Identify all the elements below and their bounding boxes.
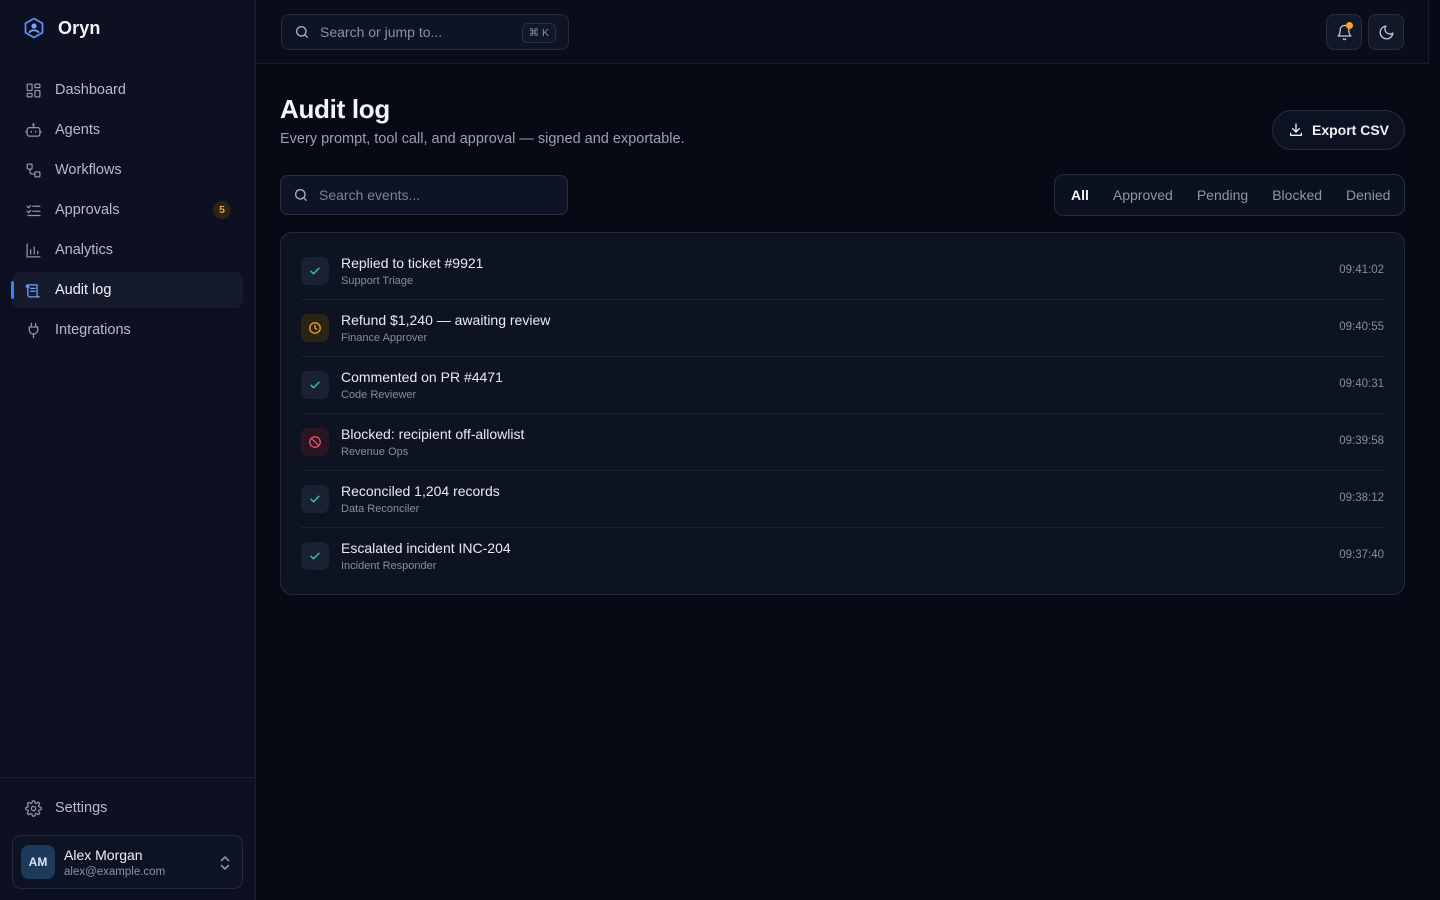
sidebar-item-label: Audit log	[55, 282, 112, 298]
chart-icon	[24, 241, 42, 259]
gear-icon	[24, 799, 42, 817]
search-icon	[293, 187, 309, 203]
audit-events-list: Replied to ticket #9921 Support Triage 0…	[280, 232, 1405, 595]
download-icon	[1288, 122, 1304, 138]
topbar: Search or jump to... ⌘ K	[256, 0, 1429, 64]
event-title: Reconciled 1,204 records	[341, 483, 500, 499]
list-item[interactable]: Refund $1,240 — awaiting review Finance …	[301, 300, 1384, 357]
event-agent: Support Triage	[341, 275, 414, 287]
events-search	[280, 175, 568, 215]
sidebar-item-integrations[interactable]: Integrations	[12, 312, 243, 348]
shortcut-hint: ⌘ K	[521, 23, 556, 43]
events-search-input[interactable]	[319, 187, 549, 203]
event-agent: Incident Responder	[341, 560, 437, 572]
list-item[interactable]: Escalated incident INC-204 Incident Resp…	[301, 528, 1384, 585]
search-icon	[294, 24, 310, 40]
list-item[interactable]: Commented on PR #4471 Code Reviewer 09:4…	[301, 357, 1384, 414]
notification-dot	[1346, 22, 1353, 29]
event-time: 09:39:58	[1339, 435, 1384, 447]
sidebar-item-settings[interactable]: Settings	[12, 790, 243, 826]
sidebar-item-label: Analytics	[55, 242, 114, 258]
event-time: 09:37:40	[1339, 549, 1384, 561]
sidebar-item-approvals[interactable]: Approvals 5	[12, 192, 243, 228]
check-icon	[301, 257, 329, 285]
sidebar-item-workflows[interactable]: Workflows	[12, 152, 243, 188]
user-menu[interactable]: AM Alex Morgan alex@example.com	[12, 835, 243, 889]
robot-icon	[24, 121, 42, 139]
user-email: alex@example.com	[64, 865, 166, 878]
check-icon	[301, 371, 329, 399]
event-agent: Data Reconciler	[341, 503, 420, 515]
event-agent: Revenue Ops	[341, 446, 409, 458]
filter-all[interactable]: All	[1059, 179, 1101, 211]
filter-blocked[interactable]: Blocked	[1260, 179, 1334, 211]
event-time: 09:41:02	[1339, 264, 1384, 276]
event-agent: Finance Approver	[341, 332, 428, 344]
sidebar-item-label: Workflows	[55, 162, 122, 178]
scroll-icon	[24, 281, 42, 299]
status-filter-tabs: All Approved Pending Blocked Denied	[1054, 174, 1405, 216]
export-csv-label: Export CSV	[1311, 122, 1389, 138]
sidebar-item-audit-log[interactable]: Audit log	[11, 272, 243, 308]
check-icon	[301, 542, 329, 570]
event-time: 09:38:12	[1339, 492, 1384, 504]
brand[interactable]: Oryn	[22, 16, 100, 40]
check-icon	[301, 485, 329, 513]
sidebar-item-label: Approvals	[55, 202, 120, 218]
checklist-icon	[24, 201, 42, 219]
event-title: Blocked: recipient off-allowlist	[341, 426, 525, 442]
workflow-icon	[24, 161, 42, 179]
dashboard-icon	[24, 81, 42, 99]
sidebar-item-label: Settings	[55, 800, 108, 816]
chevron-up-down-icon	[218, 854, 232, 872]
list-item[interactable]: Blocked: recipient off-allowlist Revenue…	[301, 414, 1384, 471]
export-csv-button[interactable]: Export CSV	[1272, 110, 1405, 150]
filter-denied[interactable]: Denied	[1334, 179, 1402, 211]
sidebar-item-label: Integrations	[55, 322, 131, 338]
sidebar-footer: Settings AM Alex Morgan alex@example.com	[0, 777, 255, 900]
approvals-count-badge: 5	[213, 201, 231, 219]
global-search-input[interactable]: Search or jump to... ⌘ K	[281, 14, 569, 50]
ban-icon	[301, 428, 329, 456]
sidebar: Oryn Dashboard Agents Workflows Approval…	[0, 0, 256, 900]
event-title: Commented on PR #4471	[341, 369, 503, 385]
sidebar-item-agents[interactable]: Agents	[12, 112, 243, 148]
event-title: Replied to ticket #9921	[341, 255, 484, 271]
event-time: 09:40:31	[1339, 378, 1384, 390]
page-title: Audit log	[280, 94, 390, 124]
sidebar-item-analytics[interactable]: Analytics	[12, 232, 243, 268]
avatar: AM	[21, 845, 55, 879]
brand-name: Oryn	[58, 17, 101, 38]
sidebar-item-dashboard[interactable]: Dashboard	[12, 72, 243, 108]
oryn-logo-icon	[22, 16, 46, 40]
event-title: Refund $1,240 — awaiting review	[341, 312, 551, 328]
sidebar-item-label: Dashboard	[55, 82, 126, 98]
notifications-button[interactable]	[1326, 14, 1362, 50]
filter-pending[interactable]: Pending	[1185, 179, 1260, 211]
clock-icon	[301, 314, 329, 342]
global-search-placeholder: Search or jump to...	[320, 24, 443, 40]
sidebar-item-label: Agents	[55, 122, 101, 138]
event-title: Escalated incident INC-204	[341, 540, 511, 556]
filter-approved[interactable]: Approved	[1101, 179, 1185, 211]
moon-icon	[1378, 24, 1395, 41]
page-subtitle: Every prompt, tool call, and approval — …	[280, 131, 685, 147]
theme-toggle-button[interactable]	[1368, 14, 1404, 50]
plug-icon	[24, 321, 42, 339]
sidebar-nav: Dashboard Agents Workflows Approvals 5 A…	[11, 72, 243, 352]
user-name: Alex Morgan	[64, 846, 143, 863]
list-item[interactable]: Replied to ticket #9921 Support Triage 0…	[301, 243, 1384, 300]
event-time: 09:40:55	[1339, 321, 1384, 333]
event-agent: Code Reviewer	[341, 389, 417, 401]
list-item[interactable]: Reconciled 1,204 records Data Reconciler…	[301, 471, 1384, 528]
